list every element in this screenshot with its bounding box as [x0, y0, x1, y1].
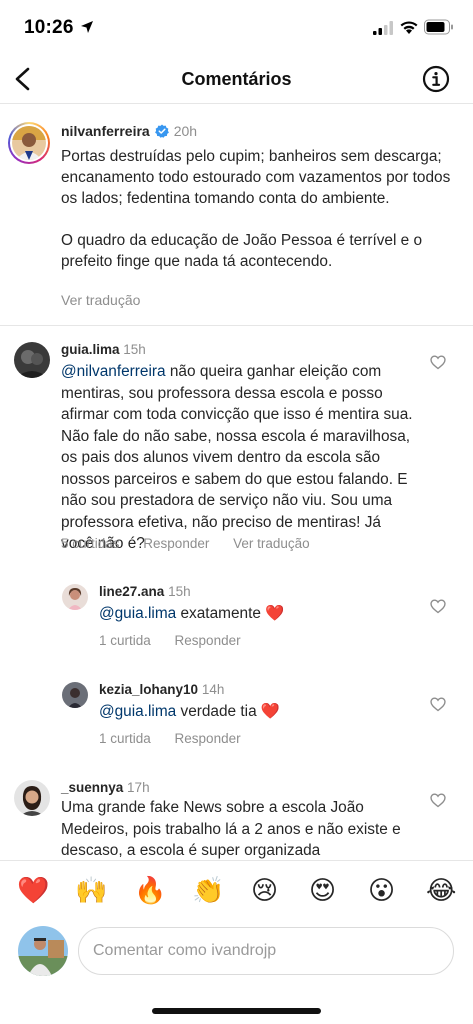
nav-header: Comentários	[0, 56, 473, 104]
like-heart-icon[interactable]	[430, 793, 446, 808]
comment-item: _suennya 17h Uma grande fake News sobre …	[0, 772, 473, 860]
emoji-clapping[interactable]: 👏	[192, 875, 224, 905]
like-heart-icon[interactable]	[430, 355, 446, 370]
avatar[interactable]	[62, 584, 88, 610]
wifi-icon	[400, 21, 418, 34]
mention-link[interactable]: @guia.lima	[99, 605, 176, 622]
emoji-heart-eyes[interactable]: 😍	[309, 875, 336, 905]
comment-item: guia.lima 15h @nilvanferreira não queira…	[0, 326, 473, 566]
emoji-surprised[interactable]: 😮	[368, 875, 395, 905]
comment-time: 15h	[168, 584, 191, 599]
caption-username[interactable]: nilvanferreira	[61, 123, 150, 139]
reply-button[interactable]: Responder	[143, 536, 209, 551]
reply-item: kezia_lohany10 14h @guia.lima verdade ti…	[0, 676, 473, 766]
likes-count[interactable]: 5 curtidas	[61, 536, 120, 551]
likes-count[interactable]: 1 curtida	[99, 731, 151, 746]
comment-username[interactable]: kezia_lohany10	[99, 682, 198, 697]
quick-emoji-bar: ❤️ 🙌 🔥 👏 😢 😍 😮 😂	[0, 860, 473, 920]
battery-icon	[424, 19, 453, 35]
comment-time: 17h	[127, 780, 150, 795]
comment-body: verdade tia ❤️	[176, 703, 281, 720]
mention-link[interactable]: @guia.lima	[99, 703, 176, 720]
caption-time: 20h	[173, 123, 198, 139]
status-time: 10:26	[24, 17, 74, 38]
avatar[interactable]	[18, 926, 68, 976]
avatar[interactable]	[14, 780, 50, 816]
avatar[interactable]	[14, 342, 50, 378]
comment-username[interactable]: _suennya	[61, 780, 123, 795]
post-caption: nilvanferreira 20h Portas destruídas pel…	[0, 106, 473, 326]
cellular-signal-icon	[373, 21, 393, 35]
verified-badge-icon	[154, 124, 169, 138]
info-icon[interactable]	[422, 65, 450, 93]
comment-text: Uma grande fake News sobre a escola João…	[61, 797, 413, 860]
caption-paragraph: Portas destruídas pelo cupim; banheiros …	[61, 148, 451, 207]
home-indicator	[152, 1008, 321, 1014]
like-heart-icon[interactable]	[430, 697, 446, 712]
status-bar: 10:26	[0, 0, 473, 56]
comment-username[interactable]: guia.lima	[61, 342, 120, 357]
avatar[interactable]	[62, 682, 88, 708]
comment-text: @guia.lima exatamente ❤️	[99, 603, 419, 625]
comment-input[interactable]	[78, 927, 454, 975]
reply-button[interactable]: Responder	[175, 731, 241, 746]
caption-paragraph: O quadro da educação de João Pessoa é te…	[61, 232, 423, 270]
emoji-heart[interactable]: ❤️	[17, 875, 49, 905]
emoji-crying[interactable]: 😢	[251, 875, 278, 905]
comment-time: 14h	[201, 682, 225, 697]
see-translation-link[interactable]: Ver tradução	[61, 292, 140, 308]
reply-button[interactable]: Responder	[175, 633, 241, 648]
likes-count[interactable]: 1 curtida	[99, 633, 151, 648]
emoji-fire[interactable]: 🔥	[134, 875, 166, 905]
comment-body: não queira ganhar eleição com mentiras, …	[61, 363, 413, 552]
caption-text: Portas destruídas pelo cupim; banheiros …	[61, 146, 461, 272]
comment-body: Uma grande fake News sobre a escola João…	[61, 799, 401, 859]
comment-time: 15h	[123, 342, 146, 357]
like-heart-icon[interactable]	[430, 599, 446, 614]
page-title: Comentários	[181, 69, 292, 89]
reply-item: line27.ana 15h @guia.lima exatamente ❤️ …	[0, 578, 473, 668]
avatar	[12, 126, 46, 160]
emoji-laughing[interactable]: 😂	[426, 875, 456, 905]
comment-composer	[0, 920, 473, 990]
mention-link[interactable]: @nilvanferreira	[61, 363, 166, 380]
comment-username[interactable]: line27.ana	[99, 584, 164, 599]
emoji-raised-hands[interactable]: 🙌	[75, 875, 107, 905]
see-translation-link[interactable]: Ver tradução	[233, 536, 310, 551]
comment-text: @nilvanferreira não queira ganhar eleiçã…	[61, 361, 413, 555]
comment-body: exatamente ❤️	[176, 605, 285, 622]
avatar-story-ring[interactable]	[8, 122, 50, 164]
location-arrow-icon	[81, 21, 93, 33]
comment-text: @guia.lima verdade tia ❤️	[99, 701, 419, 723]
